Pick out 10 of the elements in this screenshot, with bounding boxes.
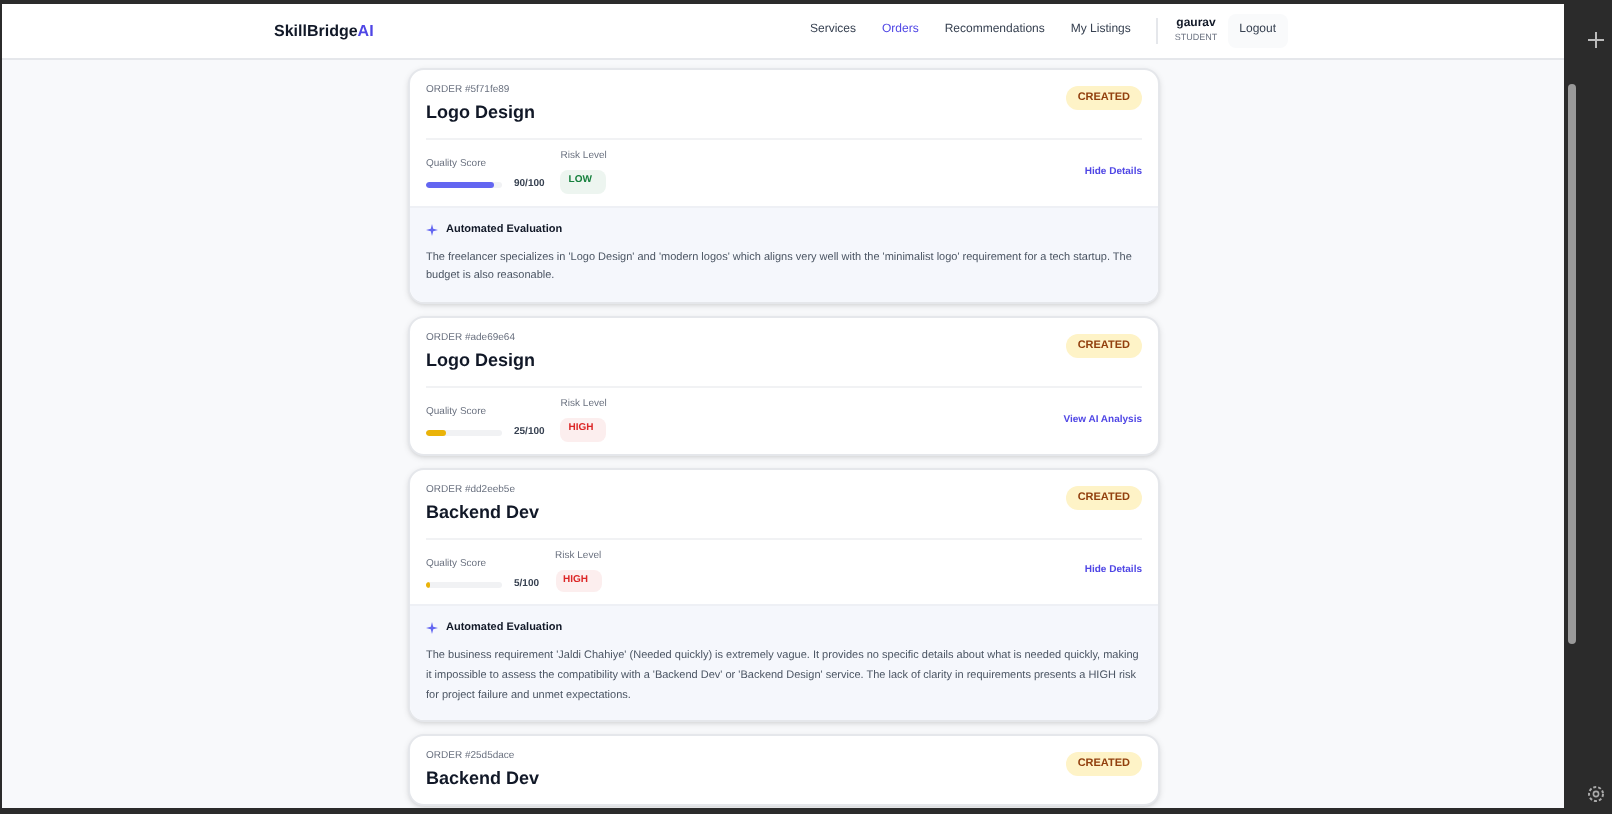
plus-icon[interactable]	[1588, 32, 1604, 48]
order-title: Backend Dev	[426, 770, 540, 789]
order-title: Backend Dev	[426, 503, 540, 521]
sparkle-icon	[426, 622, 438, 635]
sparkle-icon	[426, 223, 438, 236]
scrollbar-thumb[interactable]	[1568, 84, 1576, 644]
settings-icon[interactable]	[1586, 784, 1606, 804]
brand-logo[interactable]: SkillBridgeAI	[274, 19, 374, 43]
order-title: Logo Design	[426, 352, 535, 370]
order-title: Logo Design	[426, 104, 535, 122]
